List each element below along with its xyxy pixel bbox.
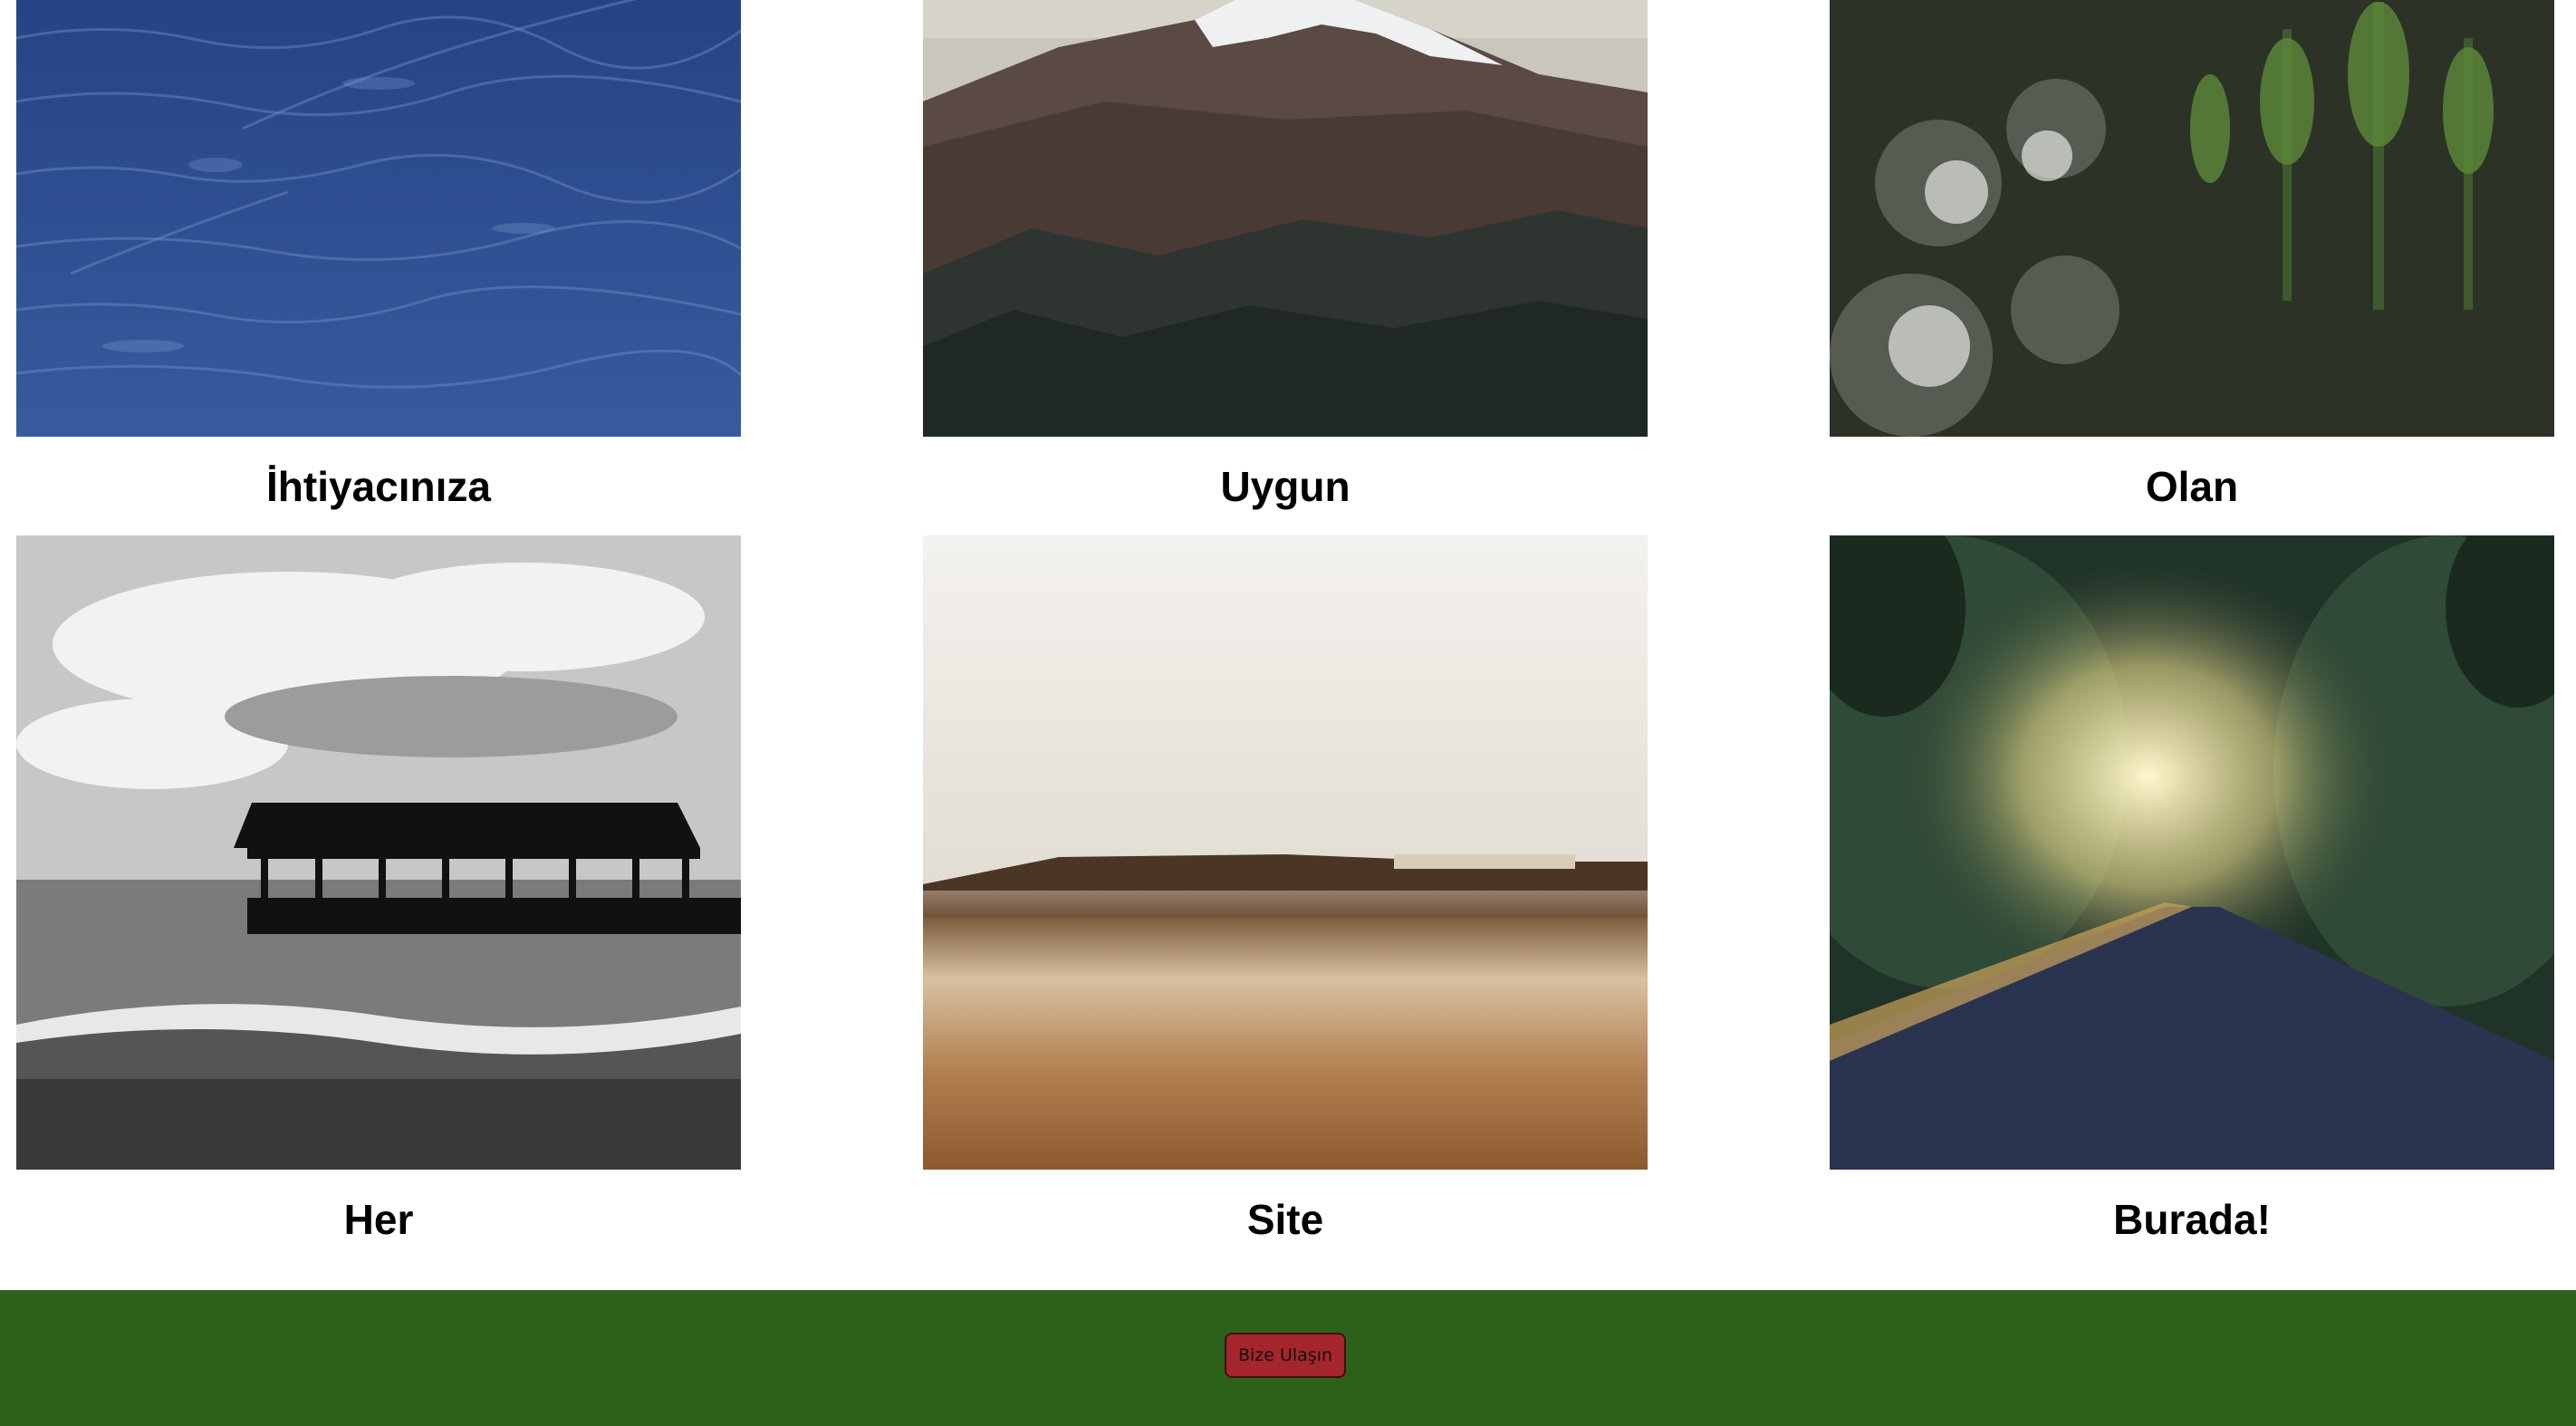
gallery-caption: Olan <box>2145 463 2239 510</box>
ocean-water-photo <box>16 0 741 437</box>
sunlit-road-photo <box>1830 535 2554 1170</box>
forest-flowers-photo <box>1830 0 2554 437</box>
photo-gallery: İhtiyacınıza Uygun Olan Her Site Burada! <box>0 0 2576 1290</box>
gallery-card-forest: Olan <box>1830 0 2554 512</box>
gallery-caption: İhtiyacınıza <box>266 463 491 510</box>
gallery-card-road: Burada! <box>1830 535 2554 1245</box>
gallery-card-mountain: Uygun <box>923 0 1648 512</box>
contact-us-button[interactable]: Bize Ulaşın <box>1225 1333 1346 1378</box>
gallery-card-pier: Her <box>16 535 741 1245</box>
footer: Bize Ulaşın <box>0 1290 2576 1426</box>
sepia-beach-photo <box>923 535 1648 1170</box>
gallery-caption: Burada! <box>2113 1196 2271 1243</box>
gallery-card-ocean: İhtiyacınıza <box>16 0 741 512</box>
snowy-mountain-photo <box>923 0 1648 437</box>
gallery-caption: Site <box>1246 1196 1324 1243</box>
gallery-caption: Her <box>343 1196 414 1243</box>
gallery-caption: Uygun <box>1220 463 1350 510</box>
pier-black-white-photo <box>16 535 741 1170</box>
gallery-card-beach: Site <box>923 535 1648 1245</box>
